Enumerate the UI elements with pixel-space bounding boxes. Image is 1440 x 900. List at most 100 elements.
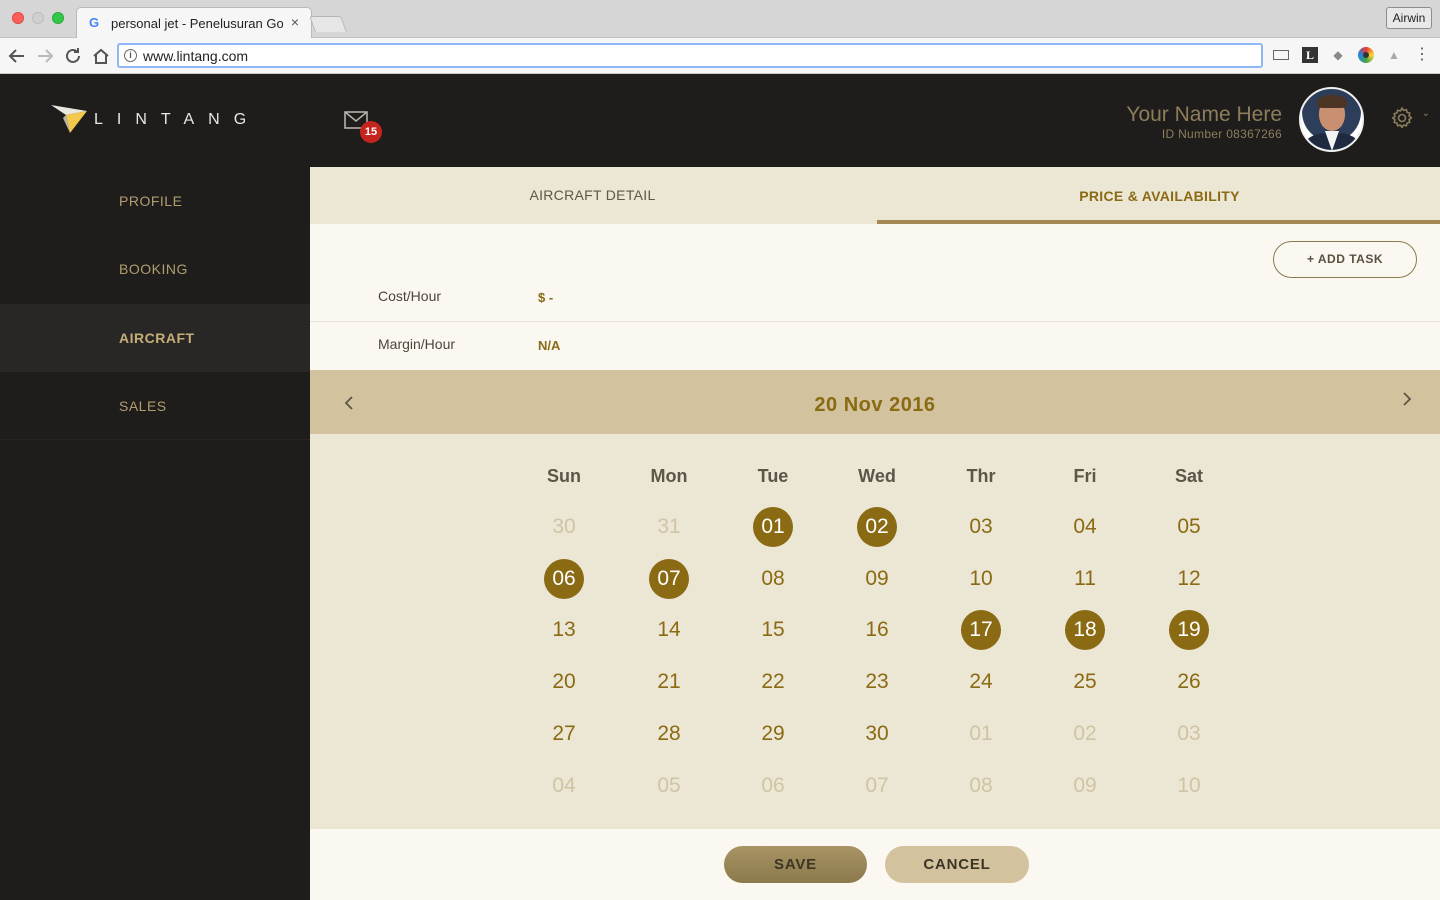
maximize-window-button[interactable] <box>52 12 64 24</box>
lintang-logo-icon <box>51 105 87 133</box>
url-text[interactable]: www.lintang.com <box>143 48 248 64</box>
calendar-day-other-month[interactable]: 06 <box>753 766 793 806</box>
margin-per-hour-row: Margin/Hour N/A <box>310 322 1440 370</box>
calendar-day[interactable]: 23 <box>857 662 897 702</box>
tab-price-availability[interactable]: PRICE & AVAILABILITY <box>877 167 1440 224</box>
google-icon: G <box>89 15 100 30</box>
calendar-day-selected[interactable]: 07 <box>649 559 689 599</box>
calendar-day-other-month[interactable]: 02 <box>1065 714 1105 754</box>
weekday-header: Fri <box>1073 466 1097 486</box>
calendar-day-other-month[interactable]: 04 <box>544 766 584 806</box>
weekday-header: Tue <box>757 466 789 486</box>
calendar-day[interactable]: 03 <box>961 507 1001 547</box>
weekday-header: Thr <box>966 466 996 486</box>
calendar-day[interactable]: 10 <box>961 559 1001 599</box>
reload-icon[interactable] <box>61 44 85 68</box>
address-bar[interactable]: i www.lintang.com <box>117 43 1263 68</box>
calendar-day-other-month[interactable]: 01 <box>961 714 1001 754</box>
calendar-day-other-month[interactable]: 10 <box>1169 766 1209 806</box>
sidebar-item-sales[interactable]: SALES <box>0 372 310 440</box>
calendar-day[interactable]: 25 <box>1065 662 1105 702</box>
sidebar-item-booking[interactable]: BOOKING <box>0 235 310 303</box>
calendar-day[interactable]: 04 <box>1065 507 1105 547</box>
calendar-day-other-month[interactable]: 07 <box>857 766 897 806</box>
sidebar-item-label: AIRCRAFT <box>119 330 195 346</box>
calendar-day-other-month[interactable]: 05 <box>649 766 689 806</box>
calendar-day-other-month[interactable]: 03 <box>1169 714 1209 754</box>
cast-icon[interactable] <box>1273 50 1289 60</box>
calendar-day-other-month[interactable]: 08 <box>961 766 1001 806</box>
calendar-day-selected[interactable]: 01 <box>753 507 793 547</box>
calendar-day-selected[interactable]: 19 <box>1169 610 1209 650</box>
calendar-day-selected[interactable]: 06 <box>544 559 584 599</box>
calendar-day[interactable]: 11 <box>1065 559 1105 599</box>
margin-per-hour-value[interactable]: N/A <box>538 338 560 353</box>
calendar-day[interactable]: 08 <box>753 559 793 599</box>
home-icon[interactable] <box>89 44 113 68</box>
price-fields-panel: + ADD TASK Cost/Hour $ - Margin/Hour N/A <box>310 224 1440 370</box>
calendar-day-other-month[interactable]: 30 <box>544 507 584 547</box>
calendar-day-other-month[interactable]: 31 <box>649 507 689 547</box>
add-task-button[interactable]: + ADD TASK <box>1273 241 1417 278</box>
calendar-day[interactable]: 16 <box>857 610 897 650</box>
calendar-day[interactable]: 13 <box>544 610 584 650</box>
sidebar: LINTANG PROFILE BOOKING AIRCRAFT SALES <box>0 74 310 900</box>
browser-profile-button[interactable]: Airwin <box>1386 7 1432 29</box>
save-button[interactable]: SAVE <box>724 846 867 883</box>
calendar-day[interactable]: 26 <box>1169 662 1209 702</box>
close-window-button[interactable] <box>12 12 24 24</box>
calendar-day[interactable]: 27 <box>544 714 584 754</box>
chevron-down-icon[interactable]: ⌄ <box>1422 108 1430 119</box>
close-tab-icon[interactable]: × <box>291 14 299 30</box>
calendar-day[interactable]: 20 <box>544 662 584 702</box>
sidebar-item-aircraft[interactable]: AIRCRAFT <box>0 304 310 372</box>
user-id: ID Number 08367266 <box>1161 127 1282 141</box>
lintang-logo[interactable]: LINTANG <box>50 102 250 136</box>
l-extension-icon[interactable]: L <box>1302 47 1318 63</box>
browser-titlebar: G personal jet - Penelusuran Goo × Airwi… <box>0 0 1440 39</box>
weekday-header: Sat <box>1174 466 1203 486</box>
calendar-day-other-month[interactable]: 09 <box>1065 766 1105 806</box>
calendar-day[interactable]: 05 <box>1169 507 1209 547</box>
logo-text: LINTANG <box>94 111 261 128</box>
form-footer: SAVE CANCEL <box>310 829 1440 900</box>
cancel-button[interactable]: CANCEL <box>885 846 1029 883</box>
tab-aircraft-detail[interactable]: AIRCRAFT DETAIL <box>310 167 875 224</box>
forward-icon[interactable] <box>33 44 57 68</box>
chevron-right-icon[interactable] <box>1400 392 1414 406</box>
calendar-day[interactable]: 28 <box>649 714 689 754</box>
calendar-day[interactable]: 15 <box>753 610 793 650</box>
new-tab-button[interactable] <box>309 16 347 32</box>
weekday-header: Wed <box>858 466 896 486</box>
dropbox-icon[interactable]: ◆ <box>1330 47 1346 63</box>
calendar-day-selected[interactable]: 17 <box>961 610 1001 650</box>
avatar[interactable] <box>1299 87 1364 152</box>
sidebar-item-profile[interactable]: PROFILE <box>0 167 310 235</box>
menu-icon[interactable]: ⋮ <box>1414 47 1430 63</box>
calendar-day[interactable]: 12 <box>1169 559 1209 599</box>
calendar-day-selected[interactable]: 18 <box>1065 610 1105 650</box>
sidebar-item-label: PROFILE <box>119 193 183 209</box>
browser-tab[interactable]: G personal jet - Penelusuran Goo × <box>76 7 312 39</box>
cost-per-hour-value[interactable]: $ - <box>538 290 553 305</box>
calendar-day[interactable]: 22 <box>753 662 793 702</box>
minimize-window-button[interactable] <box>32 12 44 24</box>
calendar-day-selected[interactable]: 02 <box>857 507 897 547</box>
back-icon[interactable] <box>5 44 29 68</box>
calendar-day[interactable]: 24 <box>961 662 1001 702</box>
cost-per-hour-label: Cost/Hour <box>378 288 442 304</box>
calendar-day[interactable]: 29 <box>753 714 793 754</box>
sidebar-item-label: BOOKING <box>119 261 188 277</box>
calendar-day[interactable]: 14 <box>649 610 689 650</box>
calendar-day[interactable]: 09 <box>857 559 897 599</box>
app-header: 15 Your Name Here ID Number 08367266 ⌄ <box>310 74 1440 167</box>
calendar-day[interactable]: 21 <box>649 662 689 702</box>
drive-icon[interactable]: ▲ <box>1386 47 1402 63</box>
mail-count-badge: 15 <box>360 121 382 143</box>
calendar-header: 20 Nov 2016 <box>310 370 1440 434</box>
color-extension-icon[interactable] <box>1358 47 1374 63</box>
info-icon[interactable]: i <box>124 49 137 62</box>
gear-icon[interactable] <box>1390 106 1414 130</box>
calendar-grid: Sun Mon Tue Wed Thr Fri Sat 30 31 01 02 03 04 05 06 07 0… <box>310 434 1440 829</box>
calendar-day[interactable]: 30 <box>857 714 897 754</box>
